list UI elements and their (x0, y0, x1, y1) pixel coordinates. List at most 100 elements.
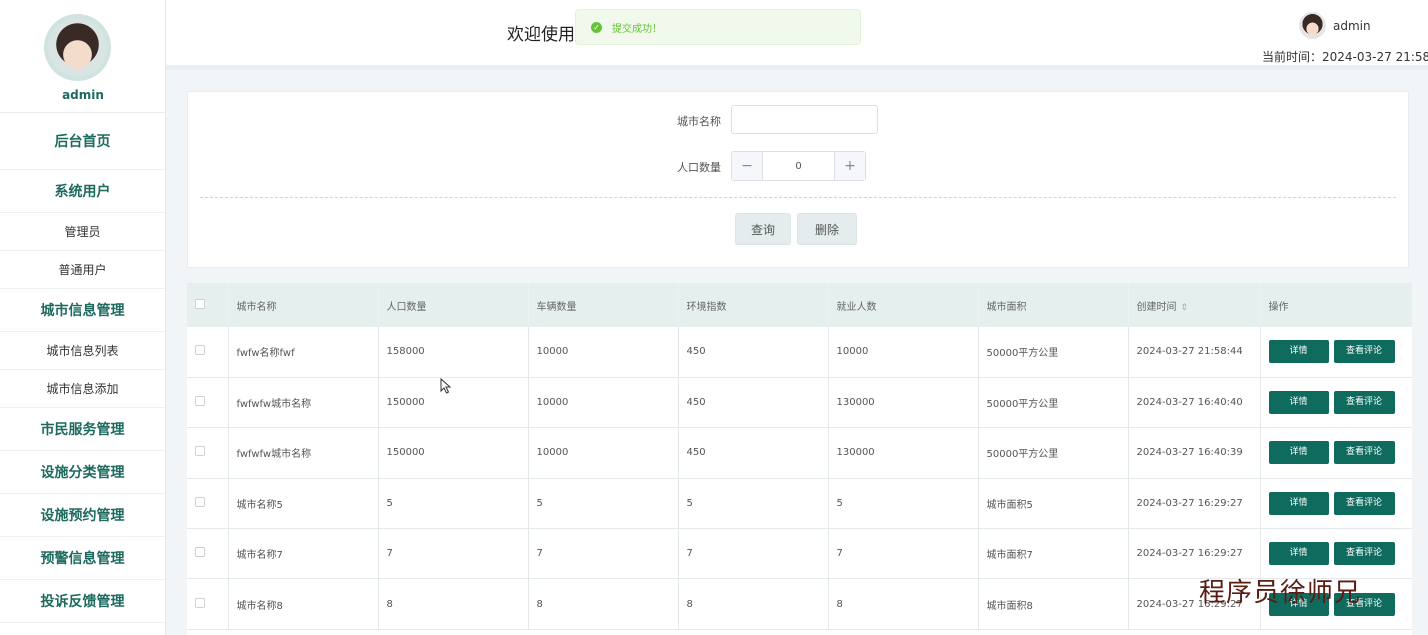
sidebar-item[interactable]: 城市信息列表 (0, 332, 165, 370)
plus-icon[interactable]: + (835, 152, 865, 180)
row-actions: 详情 查看评论 (1260, 377, 1412, 429)
table-cell: 7 (678, 528, 829, 580)
user-menu[interactable]: admin (1299, 12, 1371, 39)
table-header: 城市名称 人口数量 车辆数量 环境指数 就业人数 城市面积 创建时间 ⇕ 操作 (187, 283, 1412, 327)
sidebar-item[interactable]: 城市信息管理 (0, 289, 165, 332)
user-avatar[interactable] (1299, 12, 1326, 39)
detail-button[interactable]: 详情 (1268, 340, 1329, 364)
col-city-name: 城市名称 (228, 283, 379, 327)
row-checkbox[interactable] (195, 345, 205, 356)
watermark: 程序员徐师兄 (1199, 578, 1362, 608)
table-cell: 7 (378, 528, 529, 580)
table-cell: 450 (678, 377, 829, 429)
table-cell: 8 (378, 578, 529, 630)
row-select-cell (187, 427, 229, 479)
sidebar-item[interactable]: 投诉反馈管理 (0, 580, 165, 623)
table-cell: 城市名称7 (228, 528, 379, 580)
table-cell: fwfwfw城市名称 (228, 427, 379, 479)
sort-icon[interactable]: ⇕ (1181, 303, 1189, 313)
row-checkbox[interactable] (195, 597, 205, 608)
search-panel: 城市名称 人口数量 − 0 + 查询 删除 (187, 91, 1409, 268)
toast-message: 提交成功！ (612, 23, 662, 35)
sidebar-menu: 后台首页 系统用户 管理员 普通用户 城市信息管理 城市信息列表 城市信息添加 市民服务管理设… (0, 113, 165, 623)
table-row: fwfwfw城市名称 150000 10000 450 130000 50000平方公里 2… (187, 427, 1412, 479)
sidebar-item[interactable]: 系统用户 (0, 170, 165, 213)
table-cell: 10000 (528, 327, 679, 378)
row-select-cell (187, 528, 229, 580)
sidebar-item[interactable]: 市民服务管理 (0, 408, 165, 451)
population-stepper[interactable]: − 0 + (731, 151, 866, 181)
select-all-checkbox[interactable] (195, 298, 205, 309)
header-username: admin (1333, 18, 1371, 33)
city-name-label: 城市名称 (677, 115, 721, 128)
table-cell: 7 (528, 528, 679, 580)
sidebar: admin 后台首页 系统用户 管理员 普通用户 城市信息管理 城市信息列表 城市信息添加市… (0, 0, 166, 635)
table-cell: 5 (378, 478, 529, 530)
view-reviews-button[interactable]: 查看评论 (1333, 491, 1395, 515)
table-cell: 城市名称5 (228, 478, 379, 530)
delete-button[interactable]: 删除 (797, 213, 857, 245)
view-reviews-button[interactable]: 查看评论 (1333, 340, 1395, 364)
row-select-cell (187, 578, 229, 630)
detail-button[interactable]: 详情 (1268, 491, 1329, 515)
col-created-time[interactable]: 创建时间 ⇕ (1128, 283, 1261, 327)
table-cell: 10000 (828, 327, 979, 378)
table-cell: 450 (678, 427, 829, 479)
table-cell: fwfwfw城市名称 (228, 377, 379, 429)
current-time-label: 当前时间： (1262, 50, 1323, 64)
table-row: fwfw名称fwf 158000 10000 450 10000 50000平方公里 202… (187, 327, 1412, 378)
detail-button[interactable]: 详情 (1268, 391, 1329, 415)
col-employment: 就业人数 (828, 283, 979, 327)
table-cell: 10000 (528, 427, 679, 479)
header: 欢迎使用 ✓ 提交成功！ admin 当前时间：2024-03-27 21:58… (166, 0, 1428, 70)
view-reviews-button[interactable]: 查看评论 (1333, 542, 1395, 566)
table-cell: 城市名称8 (228, 578, 379, 630)
table-cell: 2024-03-27 16:29:27 (1128, 478, 1261, 530)
sidebar-item[interactable]: 城市信息添加 (0, 370, 165, 408)
population-value[interactable]: 0 (762, 152, 835, 180)
view-reviews-button[interactable]: 查看评论 (1333, 441, 1395, 465)
table-cell: 450 (678, 327, 829, 378)
row-checkbox[interactable] (195, 446, 205, 457)
select-all-cell (187, 283, 229, 327)
sidebar-item[interactable]: 普通用户 (0, 251, 165, 289)
table-row: fwfwfw城市名称 150000 10000 450 130000 50000平方公里 2… (187, 377, 1412, 429)
mouse-cursor-icon (440, 378, 452, 394)
table-cell: 2024-03-27 16:40:39 (1128, 427, 1261, 479)
minus-icon[interactable]: − (732, 152, 762, 180)
table-cell: 5 (828, 478, 979, 530)
sidebar-item[interactable]: 设施分类管理 (0, 451, 165, 494)
row-checkbox[interactable] (195, 496, 205, 507)
detail-button[interactable]: 详情 (1268, 542, 1329, 566)
current-time-value: 2024-03-27 21:58:4 (1322, 50, 1428, 64)
row-checkbox[interactable] (195, 547, 205, 558)
sidebar-item[interactable]: 管理员 (0, 213, 165, 251)
city-name-input[interactable] (731, 105, 878, 134)
avatar[interactable] (44, 14, 111, 81)
col-population: 人口数量 (378, 283, 529, 327)
table-cell: 城市面积5 (978, 478, 1129, 530)
sidebar-item[interactable]: 设施预约管理 (0, 494, 165, 537)
table-cell: 158000 (378, 327, 529, 378)
view-reviews-button[interactable]: 查看评论 (1333, 391, 1395, 415)
check-circle-icon: ✓ (591, 21, 602, 33)
table-cell: 50000平方公里 (978, 377, 1129, 429)
row-select-cell (187, 377, 229, 429)
detail-button[interactable]: 详情 (1268, 441, 1329, 465)
row-actions: 详情 查看评论 (1260, 327, 1412, 378)
table-cell: 2024-03-27 21:58:44 (1128, 327, 1261, 378)
col-city-area: 城市面积 (978, 283, 1129, 327)
welcome-title: 欢迎使用 (507, 25, 575, 45)
table-cell: 8 (678, 578, 829, 630)
row-select-cell (187, 327, 229, 378)
query-button[interactable]: 查询 (735, 213, 791, 245)
table-cell: 8 (828, 578, 979, 630)
population-label: 人口数量 (677, 161, 721, 174)
row-checkbox[interactable] (195, 396, 205, 407)
sidebar-item[interactable]: 后台首页 (0, 113, 165, 170)
table-cell: 10000 (528, 377, 679, 429)
sidebar-item[interactable]: 预警信息管理 (0, 537, 165, 580)
table-cell: 城市面积7 (978, 528, 1129, 580)
col-vehicles: 车辆数量 (528, 283, 679, 327)
table-cell: 5 (678, 478, 829, 530)
